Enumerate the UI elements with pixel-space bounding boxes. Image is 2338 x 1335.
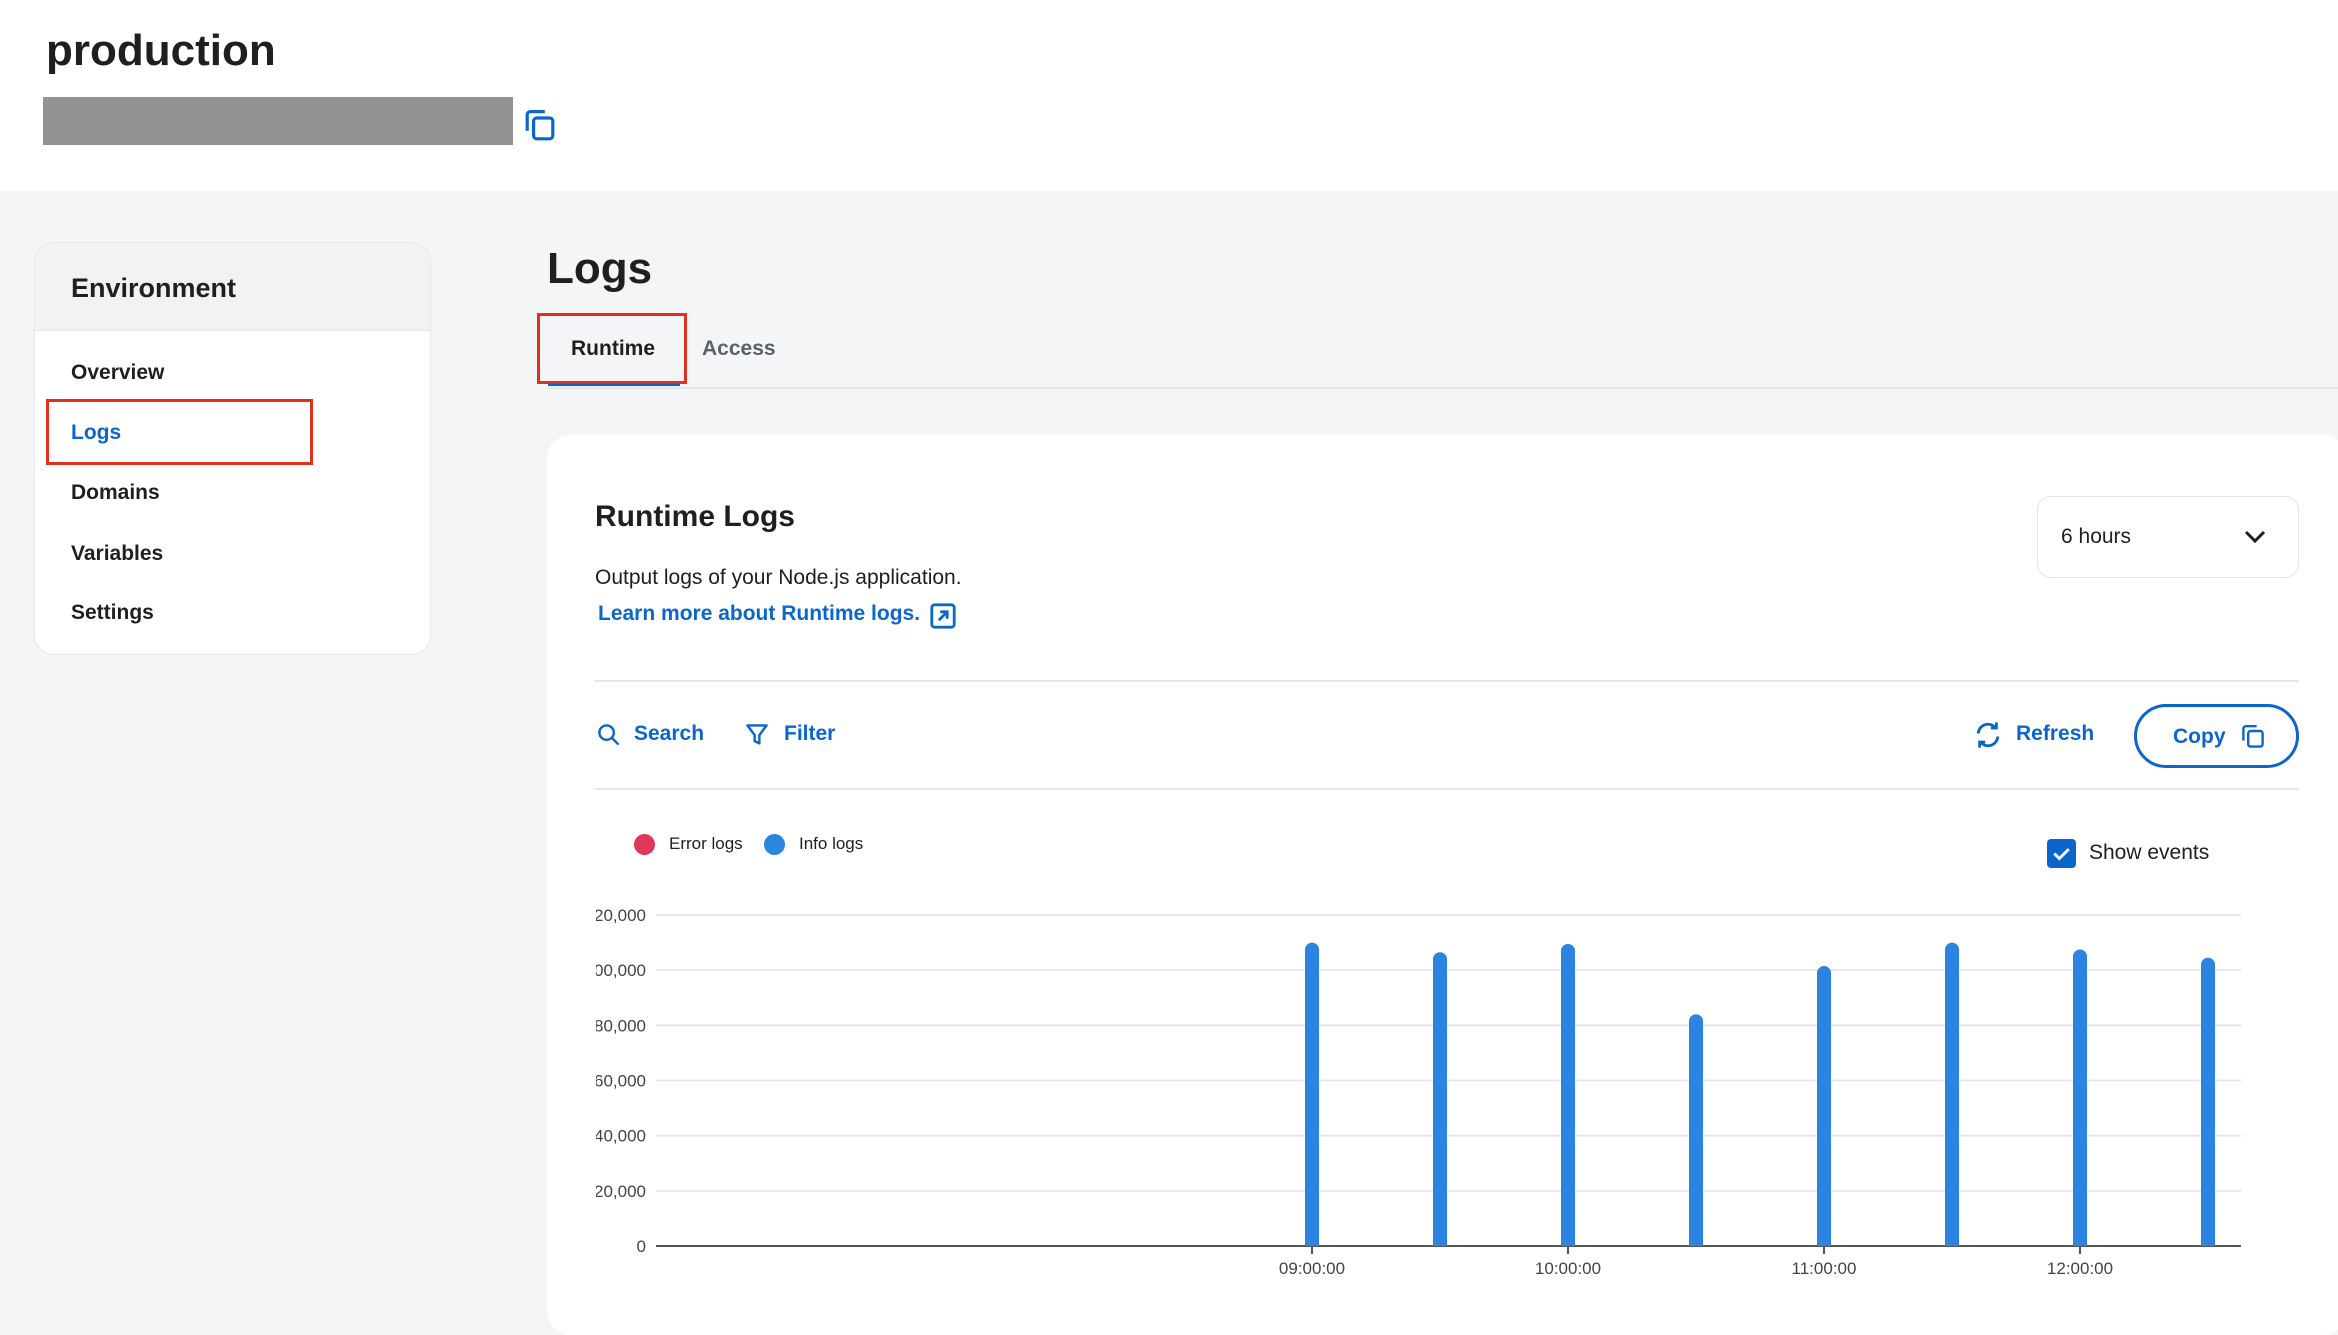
x-tick-label: 09:00:00 — [1279, 1259, 1345, 1278]
copy-button[interactable]: Copy — [2134, 704, 2299, 768]
legend-error-label: Error logs — [669, 834, 743, 853]
legend-error-dot — [634, 834, 655, 855]
info-log-bar — [1817, 966, 1831, 1246]
divider — [595, 680, 2299, 682]
external-link-icon[interactable] — [929, 602, 957, 630]
card-description: Output logs of your Node.js application. — [595, 566, 962, 589]
info-log-bar — [1433, 952, 1447, 1246]
sidebar-item-variables[interactable]: Variables — [71, 542, 163, 566]
redacted-id — [43, 97, 513, 145]
y-tick-label: 0 — [637, 1237, 646, 1256]
copy-label: Copy — [2173, 725, 2226, 748]
info-log-bar — [1945, 942, 1959, 1246]
sidebar-item-domains[interactable]: Domains — [71, 481, 160, 505]
logs-chart: 0 20,000 40,000 60,000 80,000 100,000 120,000 0… — [585, 906, 2241, 1278]
environment-title: production — [46, 26, 276, 75]
highlight-box — [537, 313, 687, 384]
sidebar-item-settings[interactable]: Settings — [71, 601, 154, 625]
copy-icon[interactable] — [524, 110, 556, 142]
learn-more-link[interactable]: Learn more about Runtime logs. — [598, 602, 920, 626]
card-title: Runtime Logs — [595, 500, 795, 533]
info-log-bar — [1561, 943, 1575, 1246]
time-range-dropdown[interactable]: 6 hours — [2037, 496, 2299, 578]
environment-header — [0, 0, 2338, 191]
y-tick-label: 100,000 — [585, 961, 646, 980]
check-icon — [2053, 848, 2070, 861]
y-tick-label: 120,000 — [585, 906, 646, 925]
sidebar-item-overview[interactable]: Overview — [71, 361, 164, 385]
info-log-bar — [2201, 957, 2215, 1246]
info-log-bar — [1689, 1014, 1703, 1246]
search-icon[interactable] — [597, 723, 621, 747]
legend-info-label: Info logs — [799, 834, 864, 853]
refresh-button[interactable]: Refresh — [2016, 722, 2094, 746]
filter-button[interactable]: Filter — [784, 722, 835, 746]
y-tick-label: 40,000 — [594, 1127, 646, 1146]
legend-info-dot — [764, 834, 785, 855]
filter-icon[interactable] — [744, 723, 770, 747]
x-tick-label: 10:00:00 — [1535, 1259, 1601, 1278]
divider — [595, 788, 2299, 790]
x-tick-label: 11:00:00 — [1792, 1259, 1857, 1278]
tabs-divider — [547, 387, 2338, 389]
copy-icon — [2242, 725, 2264, 748]
tab-access[interactable]: Access — [702, 337, 776, 361]
info-log-bar — [2073, 949, 2087, 1246]
highlight-box — [46, 399, 313, 465]
show-events-label: Show events — [2089, 841, 2210, 864]
show-events-checkbox[interactable] — [2047, 839, 2076, 868]
time-range-value: 6 hours — [2061, 525, 2132, 548]
sidebar-title: Environment — [71, 273, 237, 303]
search-button[interactable]: Search — [634, 722, 704, 746]
y-tick-label: 20,000 — [594, 1182, 646, 1201]
refresh-icon[interactable] — [1974, 721, 2002, 749]
y-tick-label: 80,000 — [594, 1016, 646, 1035]
chevron-down-icon — [2244, 530, 2266, 544]
y-tick-label: 60,000 — [594, 1072, 646, 1091]
page-title: Logs — [547, 244, 653, 293]
x-tick-label: 12:00:00 — [2047, 1259, 2113, 1278]
info-log-bar — [1305, 942, 1319, 1246]
